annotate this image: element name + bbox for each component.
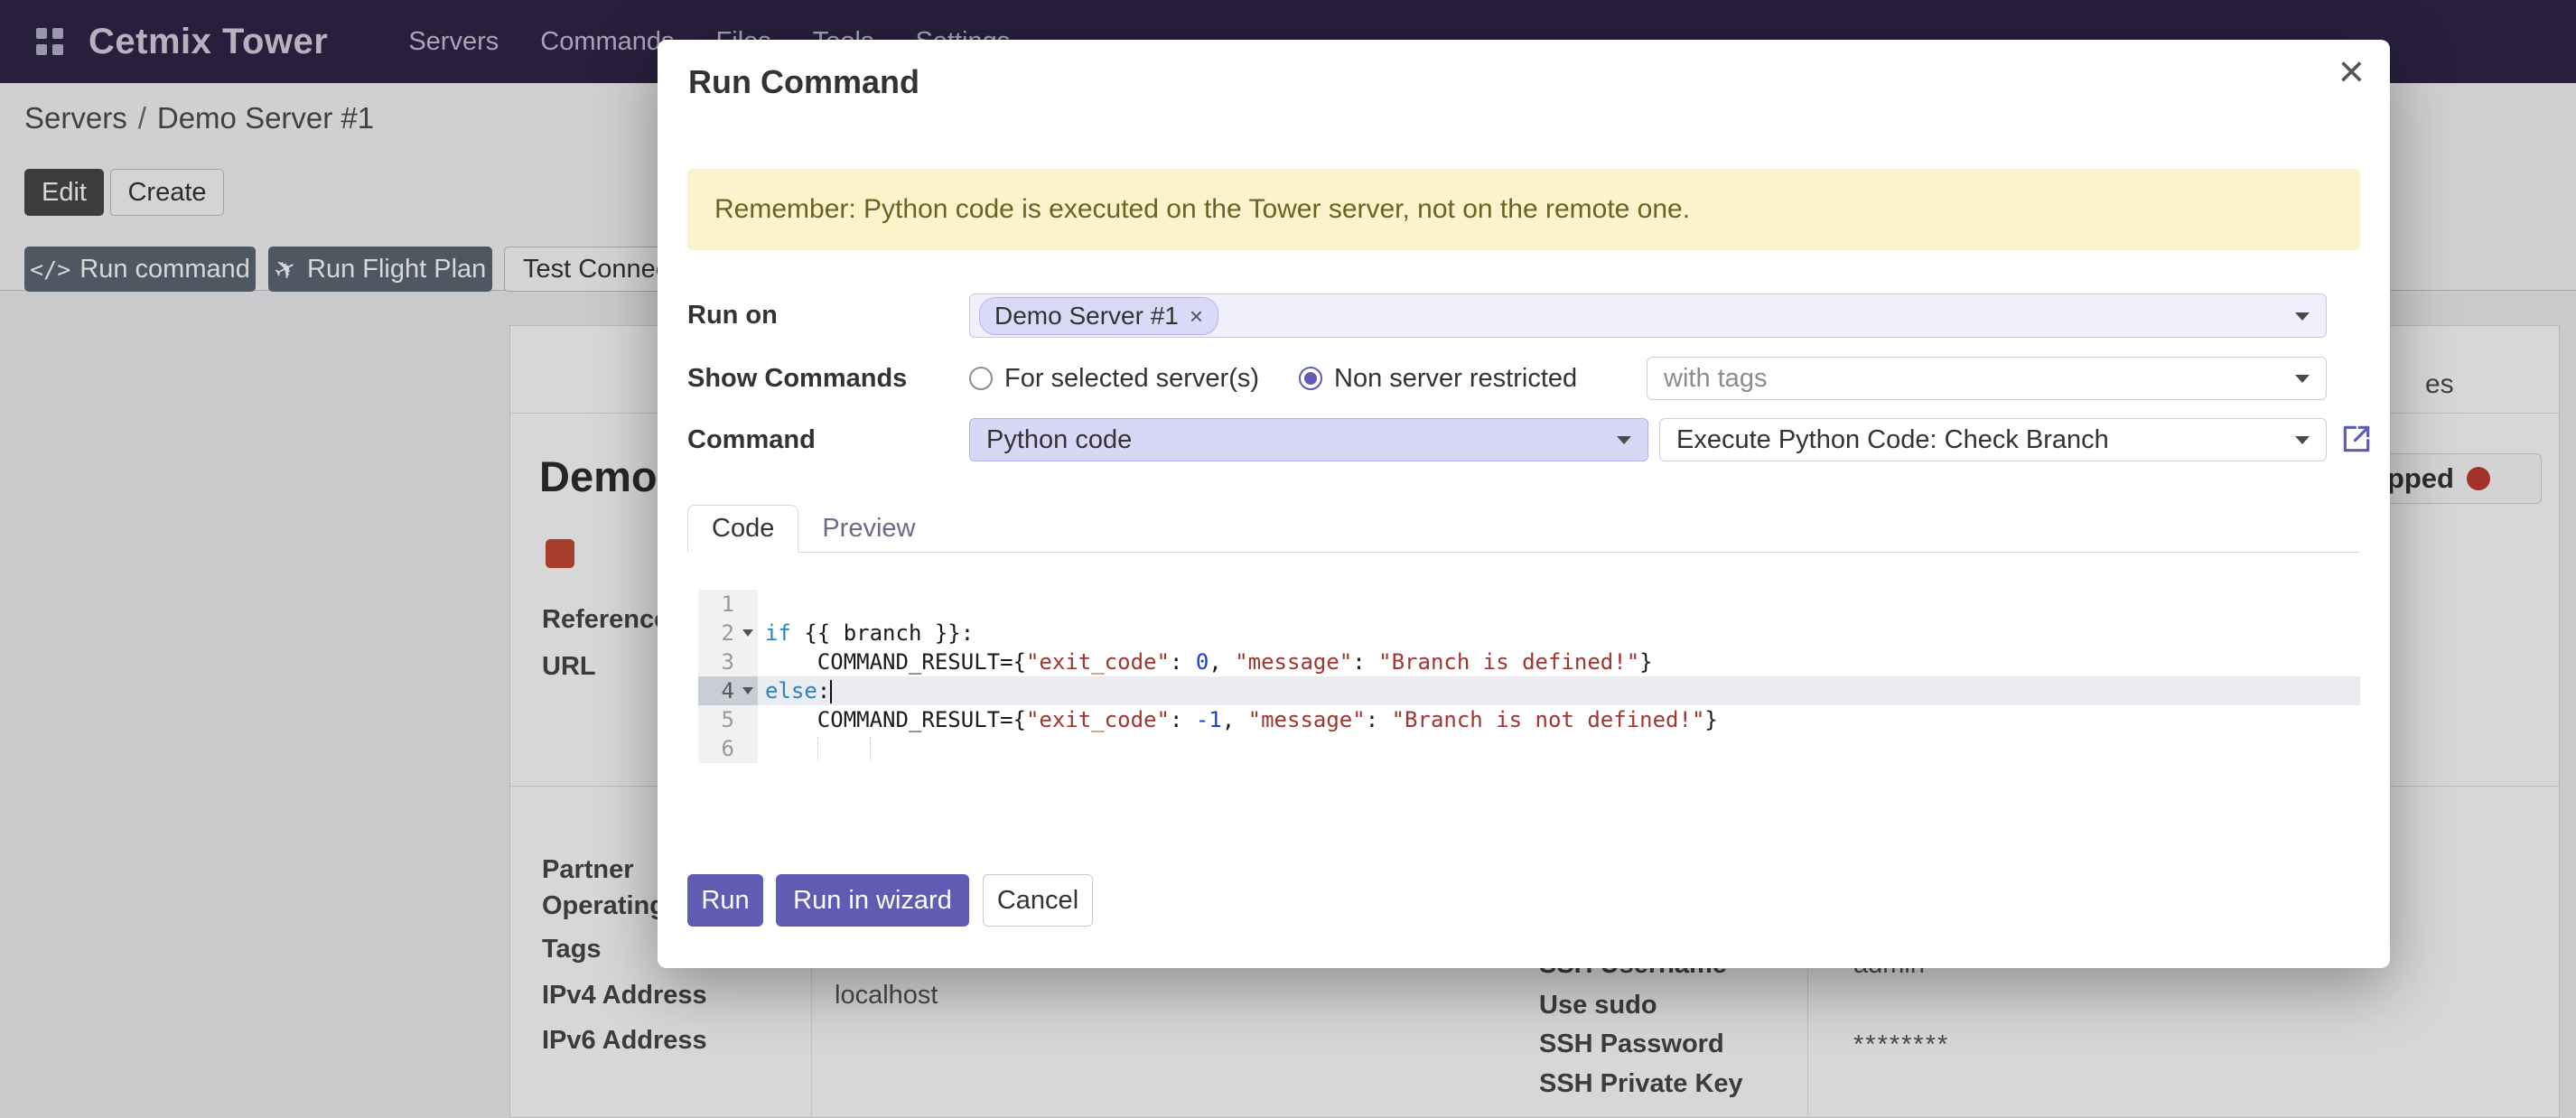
code-line (758, 734, 2360, 763)
code-line: COMMAND_RESULT={"exit_code": -1, "messag… (758, 705, 2360, 734)
gutter-line: 6 (698, 734, 758, 763)
show-commands-label: Show Commands (687, 356, 907, 401)
code-line (758, 590, 2360, 619)
text-cursor (830, 680, 832, 703)
run-in-wizard-button-label: Run in wizard (793, 886, 952, 916)
alert-text: Remember: Python code is executed on the… (714, 194, 1690, 225)
code-editor[interactable]: 123456 if {{ branch }}: COMMAND_RESULT={… (698, 590, 2360, 763)
gutter-line: 4 (698, 676, 758, 705)
editor-gutter: 123456 (698, 590, 758, 763)
tab-preview-label: Preview (822, 514, 915, 543)
server-tag-label: Demo Server #1 (994, 302, 1179, 331)
gutter-line: 1 (698, 590, 758, 619)
radio-for-selected-servers[interactable]: For selected server(s) (969, 364, 1259, 394)
command-value: Execute Python Code: Check Branch (1676, 425, 2109, 455)
gutter-line: 5 (698, 705, 758, 734)
chevron-down-icon (2295, 312, 2310, 321)
radio-circle-icon (1299, 367, 1322, 390)
editor-tabs: Code Preview (687, 506, 2360, 553)
gutter-line: 3 (698, 648, 758, 676)
gutter-line: 2 (698, 619, 758, 648)
cancel-button[interactable]: Cancel (983, 874, 1093, 927)
tab-code-label: Code (712, 514, 774, 543)
radio-label: Non server restricted (1334, 364, 1577, 394)
tag-remove-icon[interactable]: × (1190, 304, 1203, 328)
chevron-down-icon (1617, 436, 1631, 444)
radio-non-server-restricted[interactable]: Non server restricted (1299, 364, 1577, 394)
chevron-down-icon (2295, 375, 2310, 383)
with-tags-placeholder: with tags (1664, 364, 1767, 394)
run-button-label: Run (701, 886, 749, 916)
code-line: else: (758, 676, 2360, 705)
run-on-label: Run on (687, 293, 778, 338)
cancel-button-label: Cancel (997, 886, 1078, 916)
command-type-value: Python code (986, 425, 1132, 455)
code-line: if {{ branch }}: (758, 619, 2360, 648)
modal-title: Run Command (688, 63, 919, 101)
external-link-icon[interactable] (2339, 422, 2374, 456)
chevron-down-icon (2295, 436, 2310, 444)
show-commands-radio-group: For selected server(s) Non server restri… (969, 356, 1577, 401)
command-select[interactable]: Execute Python Code: Check Branch (1659, 418, 2327, 461)
fold-arrow-icon[interactable] (742, 687, 753, 694)
run-command-modal: Run Command × Remember: Python code is e… (658, 40, 2390, 968)
server-tag: Demo Server #1 × (979, 297, 1218, 335)
with-tags-select[interactable]: with tags (1647, 357, 2327, 400)
python-warning-alert: Remember: Python code is executed on the… (687, 169, 2360, 250)
command-type-select[interactable]: Python code (969, 418, 1648, 461)
run-on-field[interactable]: Demo Server #1 × (969, 293, 2327, 338)
editor-code-area[interactable]: if {{ branch }}: COMMAND_RESULT={"exit_c… (758, 590, 2360, 763)
radio-circle-icon (969, 367, 993, 390)
run-button[interactable]: Run (687, 874, 763, 927)
tab-code[interactable]: Code (687, 505, 798, 553)
tab-preview[interactable]: Preview (798, 506, 938, 552)
radio-label: For selected server(s) (1004, 364, 1259, 394)
command-label: Command (687, 417, 816, 462)
close-icon[interactable]: × (2338, 49, 2365, 94)
code-line: COMMAND_RESULT={"exit_code": 0, "message… (758, 648, 2360, 676)
fold-arrow-icon[interactable] (742, 629, 753, 637)
run-in-wizard-button[interactable]: Run in wizard (776, 874, 969, 927)
